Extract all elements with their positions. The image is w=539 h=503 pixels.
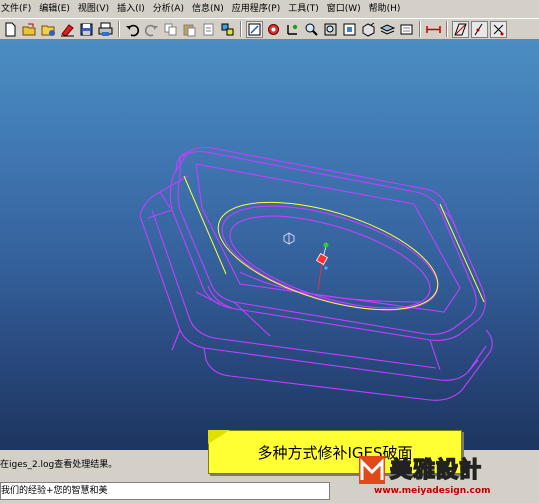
brand-url: www.meiyadesign.com: [374, 486, 491, 496]
menu-insert[interactable]: 插入(I): [113, 0, 149, 18]
message-input[interactable]: 我们的经验+您的智慧和美: [0, 482, 330, 500]
saved-views-icon[interactable]: [360, 21, 377, 38]
datum-axes-icon[interactable]: [284, 21, 301, 38]
zoom-out-icon[interactable]: [322, 21, 339, 38]
orient-icon[interactable]: [341, 21, 358, 38]
datum-axis-icon[interactable]: [452, 20, 469, 38]
layers-icon[interactable]: [379, 21, 396, 38]
open-file-icon[interactable]: [21, 21, 38, 38]
menu-help[interactable]: 帮助(H): [365, 0, 405, 18]
cosmetic-icon[interactable]: [398, 21, 415, 38]
toolbar-separator: [446, 21, 448, 37]
redo-icon[interactable]: [143, 21, 160, 38]
toolbar-separator: [419, 21, 421, 37]
menu-window[interactable]: 窗口(W): [323, 0, 365, 18]
cut-icon[interactable]: [200, 21, 217, 38]
datum-plane-icon[interactable]: [425, 21, 442, 38]
menu-edit[interactable]: 编辑(E): [35, 0, 74, 18]
view-refit-icon[interactable]: [246, 20, 263, 38]
menu-info[interactable]: 信息(N): [188, 0, 228, 18]
spin-center-glyph: [283, 232, 295, 245]
datum-point-icon[interactable]: [471, 20, 488, 38]
page-fold-icon: [208, 430, 230, 444]
spin-center-icon[interactable]: [265, 21, 282, 38]
open-folder-icon[interactable]: [40, 21, 57, 38]
erase-icon[interactable]: [59, 21, 76, 38]
save-icon[interactable]: [78, 21, 95, 38]
brand-logo-icon: [359, 456, 385, 484]
coordinate-triad: [315, 242, 329, 291]
zoom-in-icon[interactable]: [303, 21, 320, 38]
wireframe-model[interactable]: [0, 40, 539, 450]
copy-icon[interactable]: [162, 21, 179, 38]
new-file-icon[interactable]: [2, 21, 19, 38]
watermark-logo: 美雅設計 www.meiyadesign.com: [350, 452, 539, 503]
graphics-window[interactable]: [0, 40, 539, 450]
regenerate-icon[interactable]: [219, 21, 236, 38]
message-line: 在iges_2.log查看处理结果。: [0, 460, 118, 470]
menu-tools[interactable]: 工具(T): [284, 0, 323, 18]
toolbar-separator: [240, 21, 242, 37]
datum-csys-icon[interactable]: [490, 20, 507, 38]
undo-icon[interactable]: [124, 21, 141, 38]
menu-applications[interactable]: 应用程序(P): [228, 0, 284, 18]
main-toolbar: [0, 18, 539, 40]
toolbar-separator: [118, 21, 120, 37]
menu-bar: 文件(F) 编辑(E) 视图(V) 插入(I) 分析(A) 信息(N) 应用程序…: [0, 0, 539, 18]
brand-name: 美雅設計: [389, 457, 483, 484]
menu-view[interactable]: 视图(V): [74, 0, 113, 18]
menu-analysis[interactable]: 分析(A): [149, 0, 188, 18]
menu-file[interactable]: 文件(F): [0, 0, 35, 18]
paste-icon[interactable]: [181, 21, 198, 38]
print-icon[interactable]: [97, 21, 114, 38]
